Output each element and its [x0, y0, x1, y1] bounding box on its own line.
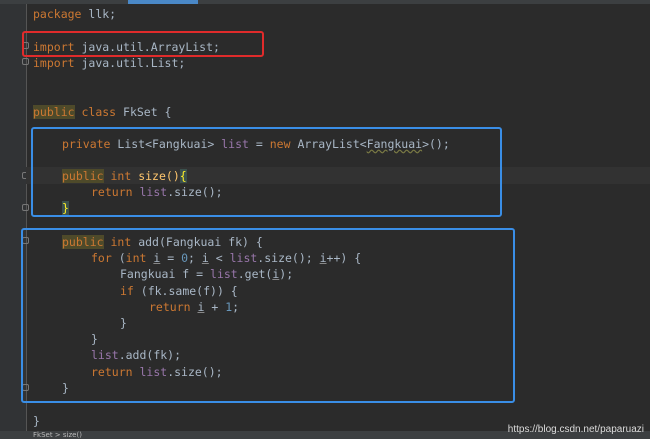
code-line-class-declaration: public class FkSet { — [33, 104, 171, 120]
code-editor[interactable]: package llk; import java.util.ArrayList;… — [0, 0, 650, 439]
watermark-url: https://blog.csdn.net/paparuazi — [507, 424, 644, 435]
import-highlight-box — [22, 31, 264, 57]
keyword: import — [33, 56, 75, 70]
code-line-class-close: } — [33, 413, 40, 429]
code-line-import-list: import java.util.List; — [33, 55, 185, 71]
keyword: class — [74, 105, 117, 119]
code-text: llk; — [81, 7, 117, 21]
keyword: package — [33, 7, 82, 21]
keyword: public — [33, 105, 75, 119]
fold-marker-icon[interactable] — [22, 58, 29, 65]
code-brace: } — [33, 414, 40, 428]
code-line-package: package llk; — [33, 6, 116, 22]
code-text: java.util.List; — [74, 56, 186, 70]
code-text: FkSet { — [116, 105, 172, 119]
breadcrumb[interactable]: FkSet > size() — [33, 431, 82, 439]
add-method-highlight-box — [21, 228, 515, 403]
field-and-size-highlight-box — [31, 127, 502, 217]
fold-marker-icon[interactable] — [22, 204, 29, 211]
